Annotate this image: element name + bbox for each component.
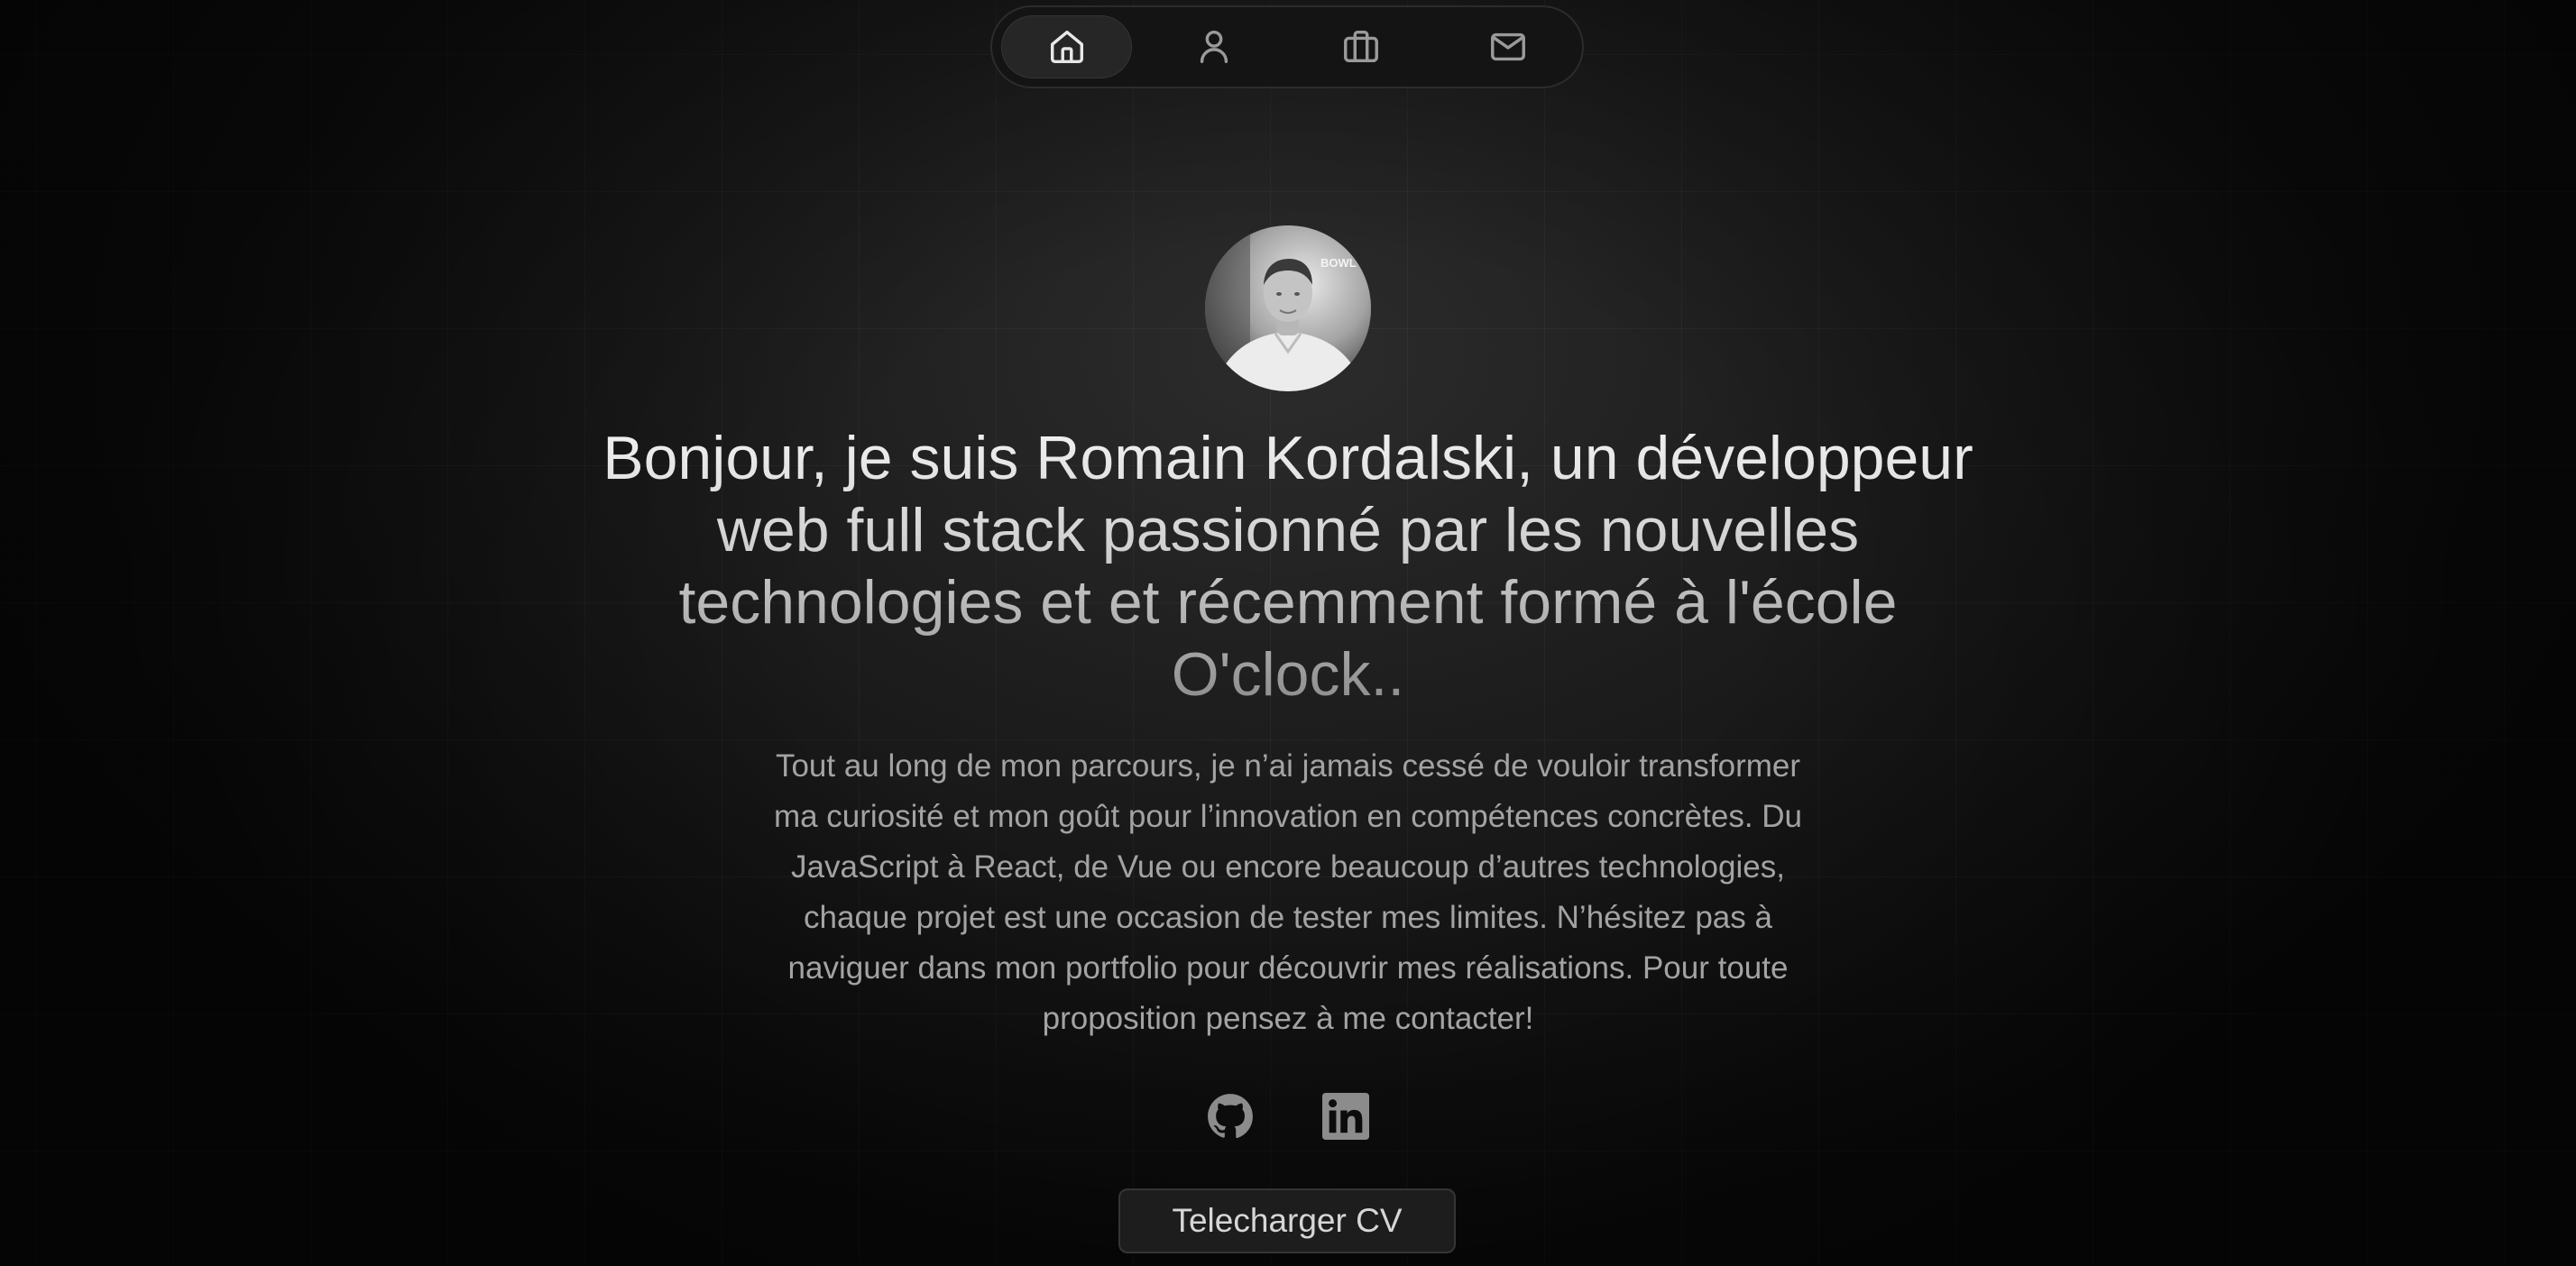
hero-headline: Bonjour, je suis Romain Kordalski, un dé…	[559, 422, 2017, 711]
nav-item-home[interactable]	[1001, 15, 1132, 78]
linkedin-icon	[1322, 1093, 1369, 1140]
mail-icon	[1490, 32, 1525, 61]
avatar-badge-text: BOWL	[1320, 256, 1357, 270]
top-navigation	[990, 5, 1584, 88]
nav-item-projects[interactable]	[1295, 15, 1426, 78]
user-icon	[1200, 30, 1228, 64]
github-link[interactable]	[1205, 1091, 1256, 1142]
linkedin-link[interactable]	[1320, 1091, 1371, 1142]
portfolio-page: BOWL Bonjour, je suis Romain Kordalski, …	[0, 0, 2576, 1266]
nav-item-about[interactable]	[1148, 15, 1279, 78]
avatar-portrait: BOWL	[1205, 225, 1371, 391]
download-cv-button[interactable]: Telecharger CV	[1118, 1188, 1456, 1253]
briefcase-icon	[1343, 30, 1378, 63]
home-icon	[1050, 30, 1083, 64]
github-icon	[1208, 1094, 1253, 1139]
nav-item-contact[interactable]	[1442, 15, 1573, 78]
profile-avatar: BOWL	[1205, 225, 1371, 391]
hero-bio: Tout au long de mon parcours, je n’ai ja…	[773, 748, 1803, 1036]
